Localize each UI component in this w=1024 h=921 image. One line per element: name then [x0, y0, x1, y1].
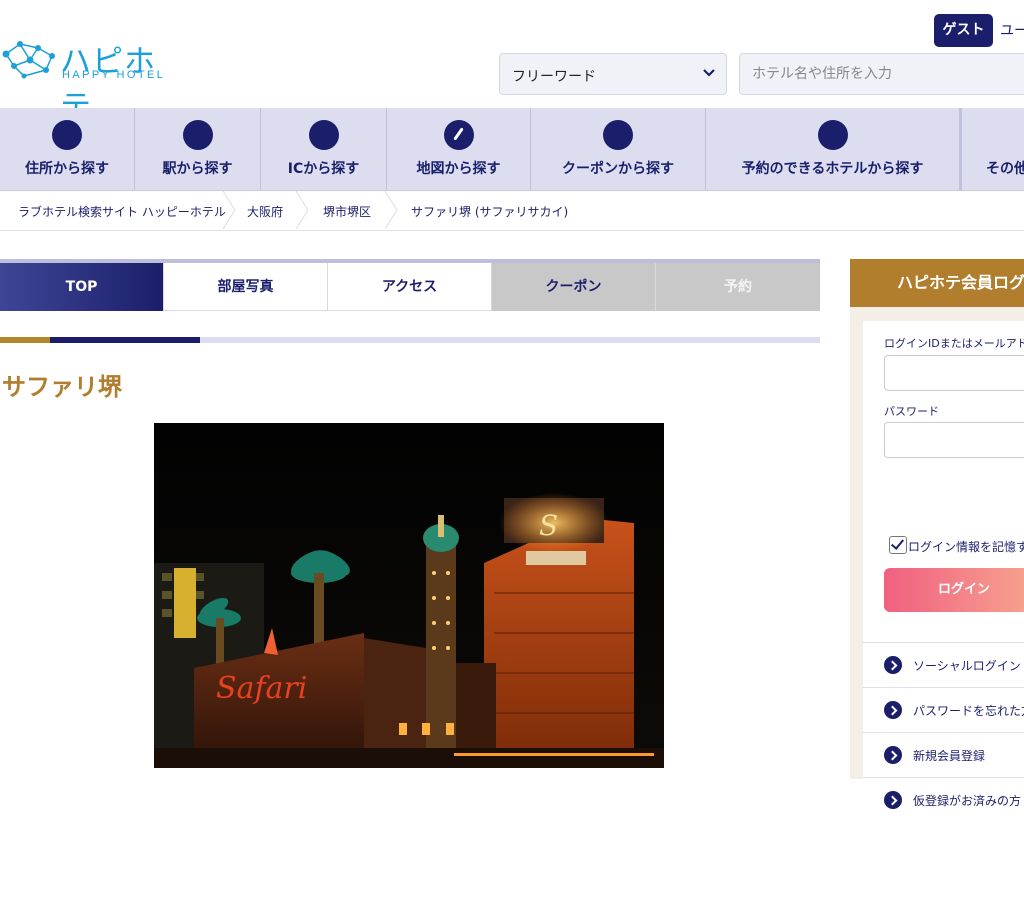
logo-text-en: HAPPY HOTEL [62, 69, 166, 81]
login-id-label: ログインIDまたはメールアドレ [884, 337, 1024, 350]
search-type-select[interactable]: フリーワード [499, 53, 727, 95]
remember-checkbox[interactable] [889, 536, 907, 554]
nav-label: ICから探す [287, 161, 360, 177]
nav-item-ic[interactable]: ICから探す [261, 108, 387, 190]
progress-navy-segment [50, 337, 200, 343]
nav-label: 住所から探す [25, 161, 109, 177]
breadcrumb-separator-icon [222, 191, 236, 229]
nav-item-other[interactable]: その他 [960, 108, 1024, 190]
hotel-exterior-photo: S Safari [154, 423, 664, 768]
breadcrumb-item-city[interactable]: 堺市堺区 [323, 203, 371, 220]
tab-room-photos[interactable]: 部屋写真 [164, 263, 328, 311]
tab-access[interactable]: アクセス [328, 263, 492, 311]
login-id-input[interactable] [884, 355, 1024, 391]
circle-icon [308, 120, 339, 150]
nav-label: 地図から探す [416, 161, 501, 177]
breadcrumb-separator-icon [295, 191, 309, 229]
breadcrumb-item-hotel: サファリ堺 (サファリサカイ) [411, 205, 569, 219]
circle-icon [817, 120, 848, 150]
hotel-tabs: TOP 部屋写真 アクセス クーポン 予約 [0, 259, 820, 315]
tab-reservation: 予約 [656, 263, 820, 311]
nav-label: その他 [986, 161, 1024, 177]
nav-label: クーポンから探す [562, 161, 674, 177]
map-icon [443, 120, 474, 150]
link-label: パスワードを忘れた方 [913, 704, 1024, 718]
circle-icon [52, 120, 82, 150]
svg-text:S: S [539, 509, 558, 542]
login-form: ログインIDまたはメールアドレ パスワード ログイン情報を記憶す ログイン ソー… [863, 321, 1024, 921]
main-nav: 住所から探す 駅から探す ICから探す 地図から探す クーポンから探す 予約ので… [0, 108, 1024, 191]
breadcrumb-item-prefecture[interactable]: 大阪府 [247, 203, 283, 220]
progress-gold-segment [0, 337, 50, 343]
guest-button[interactable]: ゲスト [934, 14, 993, 47]
tab-progress-bar [0, 337, 820, 343]
forgot-password-link[interactable]: パスワードを忘れた方 [863, 687, 1024, 733]
login-panel-header: ハピホテ会員ログ [850, 259, 1024, 307]
register-link[interactable]: 新規会員登録 [863, 732, 1024, 778]
nav-label: 予約のできるホテルから探す [741, 161, 924, 177]
social-login-link[interactable]: ソーシャルログイン [863, 642, 1024, 688]
login-button[interactable]: ログイン [884, 568, 1024, 612]
login-panel: ハピホテ会員ログ ログインIDまたはメールアドレ パスワード ログイン情報を記憶… [850, 259, 1024, 921]
arrow-right-icon [884, 656, 902, 674]
circle-icon [603, 120, 633, 150]
provisional-registered-link[interactable]: 仮登録がお済みの方 [863, 777, 1024, 823]
nav-item-coupon[interactable]: クーポンから探す [531, 108, 706, 190]
circle-icon [182, 120, 213, 150]
hotel-title: サファリ堺 [2, 373, 122, 401]
link-label: 仮登録がお済みの方 [913, 794, 1022, 808]
header: ハピホテ HAPPY HOTEL ゲスト ユー フリーワード [0, 0, 1024, 125]
nav-label: 駅から探す [162, 161, 233, 177]
breadcrumb-item-home[interactable]: ラブホテル検索サイト ハッピーホテル [18, 203, 226, 220]
remember-label[interactable]: ログイン情報を記憶す [908, 538, 1024, 555]
search-input[interactable] [739, 53, 1024, 95]
tab-coupon: クーポン [492, 263, 656, 311]
link-label: 新規会員登録 [913, 749, 986, 763]
tab-top[interactable]: TOP [0, 263, 164, 311]
happy-hotel-logo[interactable]: ハピホテ HAPPY HOTEL [0, 36, 175, 125]
link-label: ソーシャルログイン [913, 659, 1021, 673]
breadcrumb: ラブホテル検索サイト ハッピーホテル 大阪府 堺市堺区 サファリ堺 (サファリサ… [0, 191, 1024, 231]
arrow-right-icon [884, 701, 902, 719]
arrow-right-icon [884, 791, 902, 809]
nav-item-reservable[interactable]: 予約のできるホテルから探す [706, 108, 960, 190]
nav-item-map[interactable]: 地図から探す [387, 108, 531, 190]
search-type-value: フリーワード [512, 69, 596, 85]
password-label: パスワード [884, 405, 939, 418]
arrow-right-icon [884, 746, 902, 764]
nav-item-station[interactable]: 駅から探す [135, 108, 261, 190]
network-logo-icon [2, 41, 55, 79]
chevron-down-icon [703, 69, 715, 77]
user-link[interactable]: ユー [1000, 20, 1024, 40]
breadcrumb-separator-icon [384, 191, 398, 229]
svg-text:Safari: Safari [216, 671, 307, 706]
nav-item-address[interactable]: 住所から探す [0, 108, 135, 190]
password-input[interactable] [884, 422, 1024, 458]
